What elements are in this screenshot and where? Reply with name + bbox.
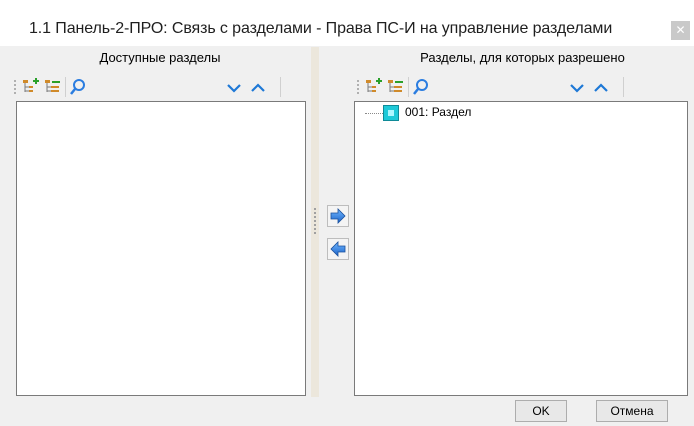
tree-node-label: 001: Раздел <box>405 105 472 119</box>
left-search-button[interactable] <box>68 77 88 97</box>
toolbar-grip[interactable] <box>14 80 16 94</box>
chevron-down-icon <box>570 84 584 93</box>
close-button[interactable]: ✕ <box>671 21 690 40</box>
tree-connector <box>365 113 383 114</box>
right-move-up-button[interactable] <box>591 77 611 97</box>
toolbar-separator <box>408 77 409 97</box>
tree-node-section[interactable]: 001: Раздел <box>355 102 685 121</box>
chevron-down-icon <box>227 84 241 93</box>
right-tree-button[interactable] <box>386 77 406 97</box>
left-toolbar <box>12 74 308 100</box>
search-icon <box>70 79 85 95</box>
arrow-left-icon <box>330 241 346 257</box>
right-add-child-button[interactable] <box>364 77 384 97</box>
right-search-button[interactable] <box>411 77 431 97</box>
right-move-down-button[interactable] <box>567 77 587 97</box>
title-bar: 1.1 Панель-2-ПРО: Связь с разделами - Пр… <box>0 0 694 46</box>
left-tree-button[interactable] <box>43 77 63 97</box>
splitter-grip[interactable] <box>314 208 316 234</box>
add-child-node-icon <box>366 78 382 92</box>
available-sections-tree[interactable] <box>16 101 306 396</box>
toolbar-separator <box>65 77 66 97</box>
allowed-sections-header: Разделы, для которых разрешено <box>420 50 625 65</box>
left-add-child-button[interactable] <box>21 77 41 97</box>
add-child-node-icon <box>23 78 39 92</box>
arrow-right-icon <box>330 208 346 224</box>
close-icon: ✕ <box>675 23 686 37</box>
right-toolbar <box>355 74 690 100</box>
available-sections-header: Доступные разделы <box>99 50 221 65</box>
dialog-window: 1.1 Панель-2-ПРО: Связь с разделами - Пр… <box>0 0 694 426</box>
cancel-button[interactable]: Отмена <box>596 400 668 422</box>
ok-button[interactable]: OK <box>515 400 567 422</box>
toolbar-separator <box>623 77 624 97</box>
tree-outline-icon <box>388 80 403 92</box>
left-move-down-button[interactable] <box>224 77 244 97</box>
toolbar-grip[interactable] <box>357 80 359 94</box>
remove-section-button[interactable] <box>327 238 349 260</box>
tree-outline-icon <box>45 80 60 92</box>
add-section-button[interactable] <box>327 205 349 227</box>
toolbar-separator <box>280 77 281 97</box>
chevron-up-icon <box>594 83 608 92</box>
window-title: 1.1 Панель-2-ПРО: Связь с разделами - Пр… <box>29 20 613 37</box>
allowed-sections-tree[interactable]: 001: Раздел <box>354 101 688 396</box>
left-move-up-button[interactable] <box>248 77 268 97</box>
chevron-up-icon <box>251 83 265 92</box>
search-icon <box>413 79 428 95</box>
section-icon <box>383 105 399 121</box>
